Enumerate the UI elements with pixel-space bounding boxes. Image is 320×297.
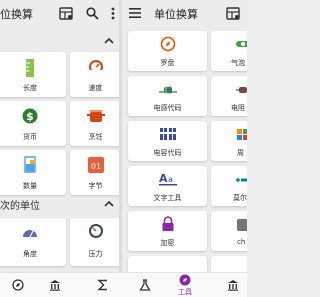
- nav-tab-tools[interactable]: 工具: [173, 273, 197, 297]
- tool-card-label: 电感代码: [153, 104, 182, 112]
- nav-tab-bank[interactable]: [43, 273, 67, 297]
- tool-card-encryption[interactable]: 加密: [128, 211, 207, 251]
- tool-card-label: 加密: [160, 239, 175, 247]
- tools-icon: [179, 274, 191, 286]
- search-icon[interactable]: [86, 7, 99, 20]
- tool-card-capacitor-code[interactable]: 电容代码: [128, 121, 207, 161]
- nav-tab-bank[interactable]: [221, 273, 245, 297]
- calculator-icon[interactable]: [226, 7, 240, 20]
- tool-card-inductor-code[interactable]: 电感代码: [128, 76, 207, 116]
- nav-tab-flask[interactable]: [133, 273, 157, 297]
- tool-card-label: 气泡: [231, 59, 245, 67]
- text-tool-icon: A a: [158, 172, 177, 186]
- ruler-icon: [26, 59, 34, 77]
- resistor-icon: [236, 87, 247, 93]
- compass-tab-icon: [12, 279, 24, 291]
- unit-card-label: 字节: [88, 182, 103, 190]
- unit-card-angle[interactable]: 角度: [0, 218, 66, 266]
- left-pane: 位换算 长度 速度 $ 货币 烹饪 数量 01 字节 次的单位 角度 压力: [0, 0, 119, 272]
- inductor-icon: [158, 86, 177, 94]
- lock-icon: [162, 216, 173, 231]
- bank-icon: [50, 280, 60, 291]
- tool-card-periodic[interactable]: 周: [211, 121, 247, 161]
- right-pane: 单位换算 罗盘 电感代码 电容代码 A a 文字工具 加密 气泡 电阻 周 莫尔…: [122, 0, 247, 272]
- svg-text:A: A: [159, 172, 168, 185]
- chevron-up-icon[interactable]: [104, 37, 114, 45]
- tool-card-bubble-level[interactable]: 气泡: [211, 31, 247, 71]
- tool-card-label: ch: [237, 238, 246, 246]
- periodic-icon: [237, 129, 247, 140]
- beaker-icon: [24, 156, 36, 173]
- unit-card-label: 数量: [23, 182, 37, 190]
- speedometer-icon: [87, 60, 104, 75]
- more-vert-icon[interactable]: [111, 7, 115, 20]
- svg-text:01: 01: [90, 162, 100, 171]
- cooking-pot-icon: [86, 110, 105, 122]
- menu-icon[interactable]: [129, 8, 141, 18]
- tool-card-text-tools[interactable]: A a 文字工具: [128, 166, 207, 206]
- recent-units-section-title: 次的单位: [0, 201, 40, 212]
- tool-card-resistor[interactable]: 电阻: [211, 76, 247, 116]
- calculator-icon[interactable]: [59, 7, 73, 20]
- unit-card-length[interactable]: 长度: [0, 52, 66, 97]
- unit-card-byte[interactable]: 01 字节: [70, 150, 119, 195]
- unit-card-cooking[interactable]: 烹饪: [70, 101, 119, 146]
- unit-card-label: 角度: [23, 250, 37, 258]
- nav-tab-compass[interactable]: [6, 273, 30, 297]
- tool-card-label: 文字工具: [153, 194, 182, 202]
- flask-icon: [139, 279, 151, 291]
- unit-card-label: 压力: [88, 250, 103, 258]
- morse-icon: [236, 178, 247, 182]
- svg-text:$: $: [26, 110, 34, 123]
- unit-card-label: 烹饪: [88, 133, 103, 141]
- unit-card-quantity[interactable]: 数量: [0, 150, 66, 195]
- capacitor-icon: [159, 128, 176, 140]
- bottom-navigation: 工具: [0, 272, 247, 297]
- protractor-icon: [23, 228, 37, 238]
- tool-card-partial[interactable]: [128, 256, 207, 272]
- compass-icon: [160, 36, 175, 52]
- gauge-icon: [88, 224, 103, 238]
- tool-card-misc[interactable]: ch: [211, 211, 247, 251]
- tool-card-compass[interactable]: 罗盘: [128, 31, 207, 71]
- unit-card-label: 长度: [23, 84, 37, 92]
- misc-icon: [237, 219, 247, 231]
- right-appbar: 单位换算: [122, 0, 247, 28]
- svg-text:a: a: [168, 175, 173, 184]
- tool-card-label: 周: [237, 149, 244, 157]
- unit-card-label: 货币: [23, 133, 37, 141]
- nav-tab-sigma[interactable]: [91, 273, 115, 297]
- left-app-title: 位换算: [0, 8, 33, 21]
- chevron-up-icon[interactable]: [104, 200, 114, 208]
- unit-card-currency[interactable]: $ 货币: [0, 101, 66, 146]
- bank-icon: [228, 280, 238, 291]
- unit-card-label: 速度: [88, 84, 103, 92]
- tool-card-label: 莫尔: [233, 194, 247, 202]
- tool-card-label: 罗盘: [160, 59, 175, 67]
- right-app-title: 单位换算: [154, 8, 198, 21]
- sigma-icon: [97, 279, 107, 291]
- unit-card-pressure[interactable]: 压力: [70, 218, 119, 266]
- tool-card-morse[interactable]: 莫尔: [211, 166, 247, 206]
- byte-icon: 01: [87, 157, 104, 173]
- bubble-level-icon: [236, 41, 247, 47]
- unit-card-speed[interactable]: 速度: [70, 52, 119, 97]
- tool-card-label: 电阻: [231, 104, 245, 112]
- dollar-icon: $: [22, 108, 38, 124]
- tool-card-partial[interactable]: [211, 256, 247, 272]
- tool-card-label: 电容代码: [153, 149, 182, 157]
- left-appbar: 位换算: [0, 0, 119, 28]
